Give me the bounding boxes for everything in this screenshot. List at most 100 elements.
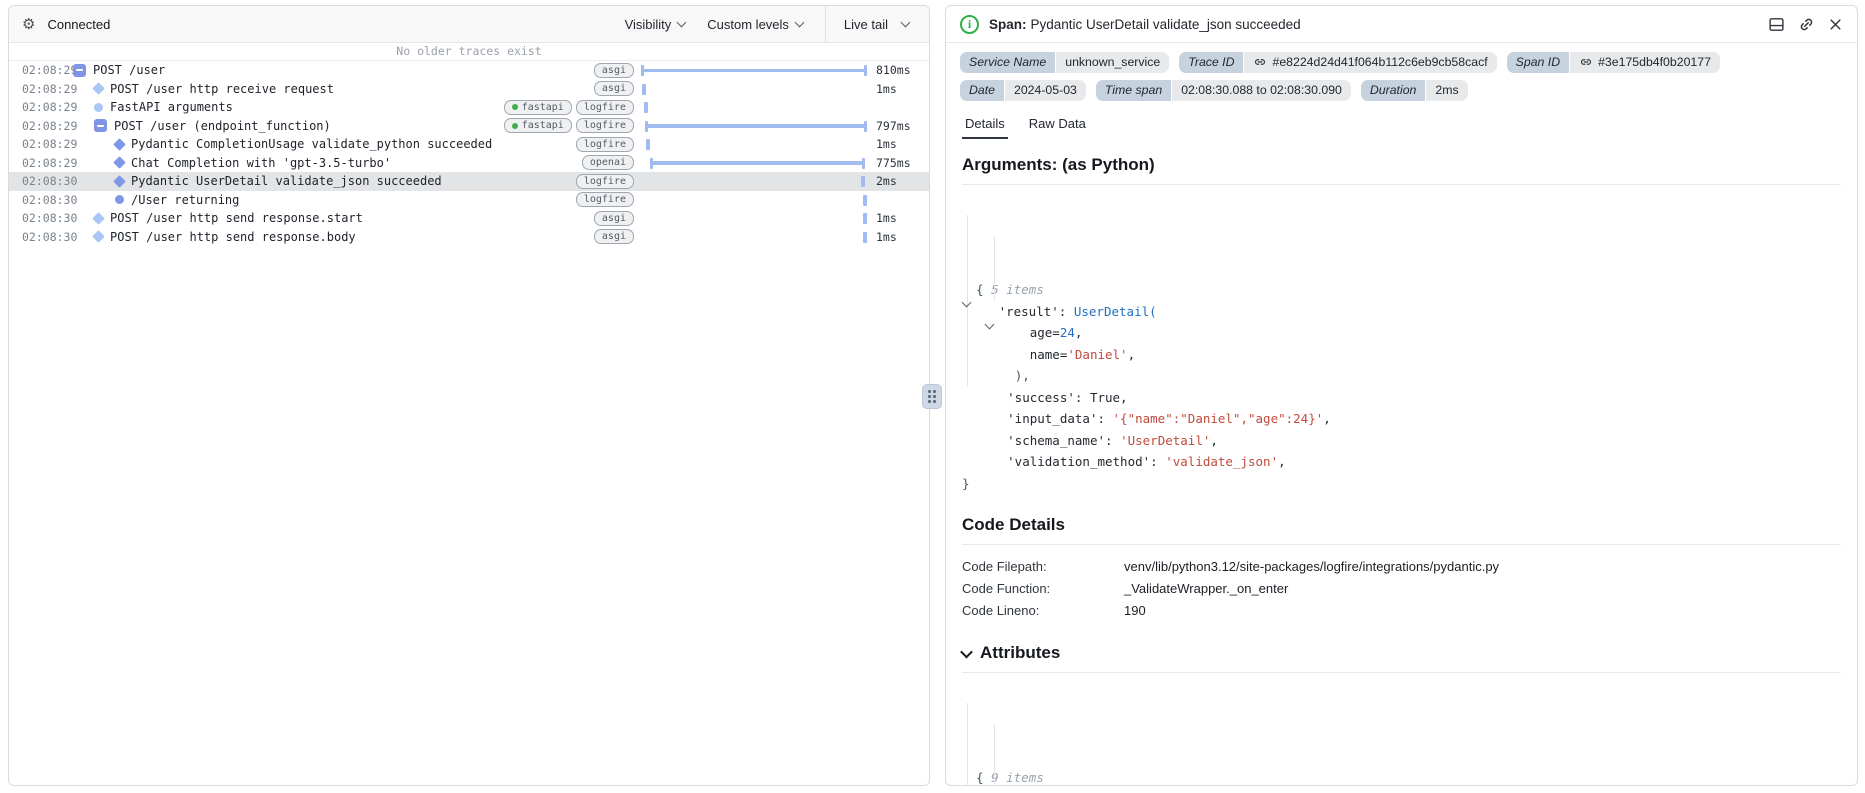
link-icon[interactable] (1794, 12, 1818, 36)
green-dot-icon (511, 122, 518, 129)
custom-levels-dropdown[interactable]: Custom levels (707, 17, 805, 32)
code-detail-row: Code Filepath: venv/lib/python3.12/site-p… (962, 556, 1841, 578)
badge-label: Duration (1360, 80, 1426, 101)
badge-value[interactable]: #3e175db4f0b20177 (1570, 52, 1720, 73)
chevron-down-icon (794, 17, 805, 27)
badge-value: 2ms (1426, 80, 1468, 101)
row-timestamp: 02:08:29 (22, 100, 78, 115)
code-detail-label: Code Function: (962, 581, 1051, 596)
trace-row[interactable]: 02:08:29 POST /user http receive request a… (9, 80, 929, 99)
duration-bar-cap (861, 157, 865, 169)
duration-bar-cap (650, 157, 654, 169)
row-duration: 2ms (876, 174, 897, 189)
tab-raw-data[interactable]: Raw Data (1026, 114, 1089, 139)
code-token: UserDetail( (1073, 303, 1157, 319)
duration-bar-tick (644, 102, 649, 113)
code-token: 'validate_json' (1165, 454, 1279, 469)
trace-row[interactable]: 02:08:30 POST /user http send response.st… (9, 209, 929, 228)
green-dot-icon (511, 104, 518, 111)
trace-row[interactable]: 02:08:30/User returning logfire (9, 191, 929, 210)
code-detail-value: 190 (1124, 603, 1146, 618)
code-token: , (1323, 411, 1331, 426)
row-tree: POST /user http send response.body (65, 230, 594, 244)
connection-status: Connected (47, 16, 111, 32)
log-dot-icon (94, 102, 103, 112)
trace-rows: 02:08:29 POST /user asgi 810ms 02:08:29 POST … (9, 61, 929, 246)
row-tree: POST /user http send response.start (65, 211, 594, 225)
dock-panel-icon[interactable] (1768, 16, 1785, 33)
panel-splitter-drag-handle-icon[interactable] (922, 384, 942, 409)
meta-badge: Time span 02:08:30.088 to 02:08:30.090 (1095, 80, 1351, 101)
row-tags: asgi (593, 210, 634, 226)
gear-icon[interactable]: ⚙ (22, 17, 35, 32)
close-icon[interactable] (1828, 17, 1843, 32)
meta-badge: Duration 2ms (1360, 80, 1468, 101)
row-label: POST /user (93, 63, 166, 78)
row-timestamp: 02:08:29 (22, 118, 78, 133)
tag-badge: asgi (593, 210, 634, 226)
duration-bar-tick (646, 139, 651, 150)
code-detail-value: _ValidateWrapper._on_enter (1124, 581, 1289, 596)
code-token: '{"name":"Daniel","age":24}' (1112, 411, 1324, 426)
tag-badge: logfire (575, 136, 634, 152)
trace-row[interactable]: 02:08:30 POST /user http send response.bo… (9, 228, 929, 247)
collapse-node-icon[interactable] (94, 119, 107, 133)
code-detail-row: Code Lineno: 190 (962, 600, 1841, 622)
collapse-chevron-icon[interactable] (960, 645, 973, 658)
tag-badge: asgi (593, 62, 634, 78)
row-tags: logfire (575, 192, 634, 208)
code-line: } (962, 473, 1841, 495)
row-duration: 1ms (876, 229, 897, 244)
trace-row[interactable]: 02:08:29 FastAPI arguments fastapi logfire (9, 98, 929, 117)
duration-bar (641, 98, 867, 117)
code-token: : (1097, 411, 1113, 426)
code-detail-label: Code Filepath: (962, 559, 1047, 574)
code-token: 'result' (998, 303, 1059, 319)
code-token: 9 items (991, 770, 1044, 785)
code-line: { 5 items (962, 279, 1841, 301)
badge-value: 02:08:30.088 to 02:08:30.090 (1172, 80, 1351, 101)
code-detail-value: venv/lib/python3.12/site-packages/logfir… (1124, 559, 1500, 574)
trace-row[interactable]: 02:08:30 Pydantic UserDetail validate_jso… (9, 172, 929, 191)
trace-row[interactable]: 02:08:29 Pydantic CompletionUsage validat… (9, 135, 929, 154)
code-token: { (976, 282, 992, 297)
arguments-section-title: Arguments: (as Python) (962, 155, 1155, 174)
code-token: , (1210, 432, 1218, 448)
row-tree: FastAPI arguments (65, 100, 504, 114)
collapse-node-icon[interactable] (73, 63, 86, 77)
badge-value[interactable]: #e8224d24d41f064b112c6eb9cb58cacf (1244, 52, 1497, 73)
trace-row[interactable]: 02:08:29 Chat Completion with 'gpt-3.5-tu… (9, 154, 929, 173)
visibility-dropdown[interactable]: Visibility (625, 17, 687, 32)
row-tree: Pydantic CompletionUsage validate_python… (65, 137, 576, 151)
duration-bar-tick (862, 194, 867, 206)
row-duration: 797ms (876, 118, 911, 133)
tag-badge: openai (581, 155, 634, 171)
indent-guide (967, 703, 968, 785)
live-tail-dropdown[interactable]: Live tail (844, 17, 911, 32)
tag-badge: fastapi (503, 99, 572, 115)
trace-row[interactable]: 02:08:29 POST /user asgi 810ms (9, 61, 929, 80)
trace-row[interactable]: 02:08:29 POST /user (endpoint_function) fa… (9, 117, 929, 136)
row-tags: fastapi logfire (503, 118, 634, 134)
meta-badge: Trace ID #e8224d24d41f064b112c6eb9cb58cac… (1179, 52, 1497, 73)
duration-bar (641, 172, 867, 191)
tab-details[interactable]: Details (962, 114, 1008, 139)
code-line: 'result': UserDetail( (962, 301, 1841, 323)
duration-bar (641, 80, 867, 99)
row-timestamp: 02:08:30 (22, 211, 78, 226)
code-token: 'UserDetail' (1120, 432, 1211, 448)
attributes-json-code: { 9 items "result": { 2 items "age": 24 … (962, 681, 1841, 785)
row-tags: fastapi logfire (503, 99, 634, 115)
span-detail-header: i Span: Pydantic UserDetail validate_json… (946, 6, 1857, 43)
chevron-down-icon (676, 17, 687, 27)
code-line: ), (962, 365, 1841, 387)
code-token: : (1058, 303, 1074, 319)
row-tree: Pydantic UserDetail validate_json succee… (65, 174, 576, 188)
code-token: 'input_data' (1007, 411, 1098, 426)
row-tags: logfire (575, 136, 634, 152)
code-token: { (976, 770, 992, 785)
